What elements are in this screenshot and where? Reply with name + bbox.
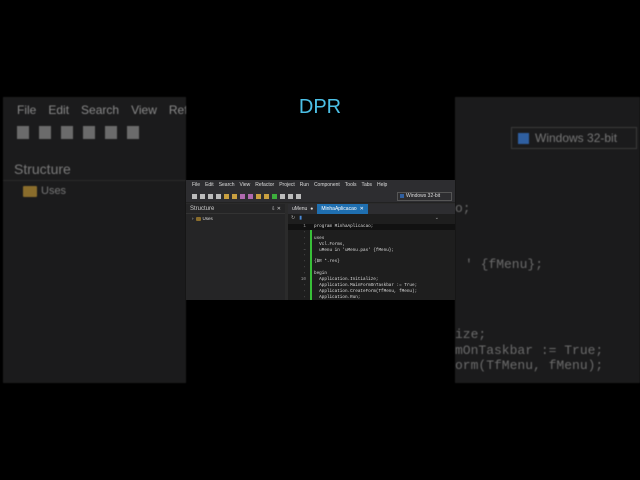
form-icon[interactable] [240,193,245,199]
editor-tabs: uMenu ● MinhaAplicacao ✕ [288,204,455,214]
menu-project[interactable]: Project [279,182,295,188]
chevron-right-icon[interactable]: › [192,216,194,221]
background-blurred-ide-left: FileEditSearchViewRefact Structure Uses [3,97,186,383]
run-without-debug-icon[interactable] [280,193,285,199]
menu-file[interactable]: File [192,182,200,188]
pause-icon[interactable] [288,193,293,199]
code-text: uMenu in 'uMenu.pas' {fMenu}; [314,247,394,253]
editor-toolbar: ↻ ▮ ⌄ [288,214,455,222]
bg-platform-select: Windows 32-bit [511,127,637,149]
code-area[interactable]: 1 program MinhaAplicacao; · · uses · Vcl.Form… [288,224,455,300]
code-line: · Application.Run; [288,295,455,300]
open-project-icon[interactable] [232,193,237,199]
run-icon[interactable] [272,193,277,199]
folder-icon [195,216,201,221]
chevron-down-icon[interactable]: ⌄ [435,215,439,221]
bg-code-line: o; [455,201,471,216]
tree-item-uses[interactable]: › Uses [186,214,285,223]
bg-structure-title: Structure [3,161,186,181]
structure-header: Structure ⇩ ✕ [186,204,285,214]
overlay-title: DPR [298,96,342,118]
menu-bar: File Edit Search View Refactor Project R… [186,180,455,190]
tree-item-label: Uses [202,216,213,221]
tab-label: uMenu [292,206,308,212]
menu-help[interactable]: Help [377,182,387,188]
close-tab-icon[interactable]: ✕ [360,206,364,212]
tab-label: MinhaAplicacao [321,206,357,212]
ide-window: File Edit Search View Refactor Project R… [186,180,455,300]
folder-icon[interactable] [256,193,261,199]
code-text: Application.Run; [314,294,361,300]
structure-pane: Structure ⇩ ✕ › Uses [186,204,285,300]
structure-title: Structure [190,205,215,212]
toolbar: Windows 32-bit [186,190,455,203]
save-icon[interactable] [208,193,213,199]
menu-view[interactable]: View [240,182,251,188]
platform-label: Windows 32-bit [406,193,441,199]
add-file-icon[interactable] [224,193,229,199]
folder-open-icon[interactable] [264,193,269,199]
tab-minhaaplicacao[interactable]: MinhaAplicacao ✕ [317,204,368,214]
folder-icon [23,185,37,197]
unit-icon[interactable] [248,193,253,199]
pin-icon[interactable]: ⇩ [271,206,275,212]
menu-search[interactable]: Search [219,182,235,188]
menu-run[interactable]: Run [300,182,309,188]
bg-toolbar [17,126,186,144]
bg-code-line: orm(TfMenu, fMenu); [455,358,604,373]
tab-umenu[interactable]: uMenu ● [288,204,317,214]
menu-edit[interactable]: Edit [205,182,214,188]
code-editor[interactable]: uMenu ● MinhaAplicacao ✕ ↻ ▮ ⌄ 1 program Minh… [288,204,455,300]
bookmark-icon[interactable]: ▮ [299,215,302,221]
background-blurred-ide-right: Windows 32-bit o; ' {fMenu}; ize; mOnTas… [455,97,640,383]
sync-icon[interactable]: ↻ [291,215,295,221]
bg-code-line: mOnTaskbar := True; [455,343,604,358]
menu-refactor[interactable]: Refactor [255,182,274,188]
bg-code-line: ize; [455,327,487,342]
bg-uses-item: Uses [23,185,66,197]
bg-uses-label: Uses [41,185,67,197]
bg-platform-label: Windows 32-bit [535,131,618,145]
windows-icon [400,194,404,198]
new-file-icon[interactable] [192,193,197,199]
line-number: · [303,294,306,300]
stop-icon[interactable] [296,193,301,199]
close-icon[interactable]: ✕ [277,206,281,212]
menu-component[interactable]: Component [314,182,340,188]
platform-select[interactable]: Windows 32-bit [397,191,452,201]
menu-tools[interactable]: Tools [345,182,357,188]
code-text: program MinhaAplicacao; [314,224,374,229]
modified-dot-icon: ● [310,206,314,212]
bg-code-line: ' {fMenu}; [465,257,544,272]
save-all-icon[interactable] [216,193,221,199]
open-icon[interactable] [200,193,205,199]
menu-tabs[interactable]: Tabs [361,182,372,188]
windows-icon [518,132,529,144]
